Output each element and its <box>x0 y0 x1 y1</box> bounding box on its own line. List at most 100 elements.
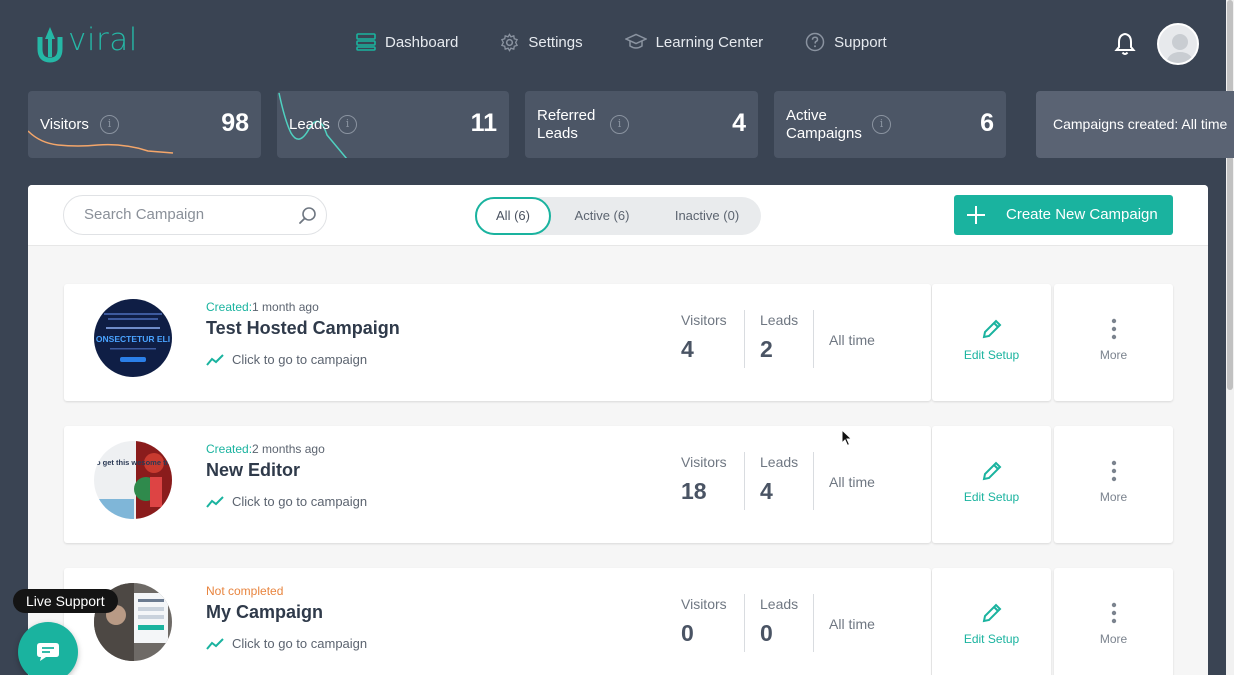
main-nav: Dashboard Settings Learning Center Suppo… <box>356 32 929 52</box>
go-to-campaign-link[interactable]: Click to go to campaign <box>206 494 367 509</box>
visitors-count: 4 <box>681 336 694 362</box>
campaign-thumbnail[interactable]: o get this wesome tmas Tree FREE? <box>94 441 172 519</box>
live-support-tag[interactable]: Live Support <box>13 589 118 613</box>
stat-active-campaigns: Active Campaigns i 6 <box>774 91 1006 158</box>
stat-referred-label: Referred Leads <box>537 107 596 142</box>
nav-settings[interactable]: Settings <box>500 32 583 52</box>
pencil-icon <box>982 461 1002 481</box>
more-button[interactable]: More <box>1054 426 1173 543</box>
campaign-card[interactable]: Not completed My Campaign Click to go to… <box>64 568 931 675</box>
go-to-campaign-link[interactable]: Click to go to campaign <box>206 352 367 367</box>
plus-icon <box>967 206 985 224</box>
nav-settings-label: Settings <box>528 33 583 51</box>
trend-line-icon <box>206 353 224 366</box>
scrollbar-thumb[interactable] <box>1227 0 1233 390</box>
leads-label: Leads <box>760 596 799 612</box>
campaign-status: Created:2 months ago <box>206 442 325 456</box>
upviral-logo[interactable]: viral <box>36 22 138 64</box>
period-label: All time <box>829 332 875 348</box>
campaign-name[interactable]: My Campaign <box>206 602 323 623</box>
divider <box>744 310 745 368</box>
status-filter-group: All (6) Active (6) Inactive (0) <box>475 197 761 235</box>
user-avatar[interactable] <box>1157 23 1199 65</box>
trend-line-icon <box>206 495 224 508</box>
filter-all[interactable]: All (6) <box>475 197 551 235</box>
logo-arrow-icon <box>37 27 63 63</box>
notifications-bell-icon[interactable] <box>1114 32 1136 61</box>
stat-active-label: Active Campaigns <box>786 107 862 142</box>
go-to-campaign-label: Click to go to campaign <box>232 494 368 509</box>
thumbnail-text: o get this wesome tmas Tree FREE? <box>96 458 172 467</box>
vertical-dots-icon <box>1111 460 1117 482</box>
search-input[interactable] <box>84 206 284 223</box>
visitors-label: Visitors <box>681 312 727 328</box>
edit-setup-label: Edit Setup <box>963 632 1020 646</box>
go-to-campaign-link[interactable]: Click to go to campaign <box>206 636 367 651</box>
campaigns-panel: All (6) Active (6) Inactive (0) Create N… <box>28 185 1208 675</box>
nav-dashboard[interactable]: Dashboard <box>356 33 458 51</box>
nav-support[interactable]: Support <box>805 32 887 52</box>
leads-count: 2 <box>760 336 773 362</box>
campaign-card[interactable]: o get this wesome tmas Tree FREE? Create… <box>64 426 931 543</box>
leads-count: 4 <box>760 478 773 504</box>
campaign-status: Created:1 month ago <box>206 300 319 314</box>
visitors-label: Visitors <box>681 596 727 612</box>
gear-icon <box>501 32 519 52</box>
campaign-name[interactable]: Test Hosted Campaign <box>206 318 400 339</box>
mouse-cursor-icon <box>841 428 853 452</box>
stat-visitors: Visitors i 98 <box>28 91 261 158</box>
vertical-dots-icon <box>1111 318 1117 340</box>
period-selector[interactable]: Campaigns created: All time <box>1036 91 1234 158</box>
filter-active[interactable]: Active (6) <box>563 197 641 235</box>
leads-count: 0 <box>760 620 773 646</box>
visitors-count: 18 <box>681 478 707 504</box>
search-icon[interactable] <box>298 206 318 231</box>
info-icon[interactable]: i <box>338 115 357 134</box>
nav-support-label: Support <box>834 33 887 51</box>
divider <box>813 310 814 368</box>
more-label: More <box>1099 490 1128 504</box>
divider <box>744 594 745 652</box>
nav-dashboard-label: Dashboard <box>385 33 459 51</box>
logo-text: viral <box>68 22 138 58</box>
filter-inactive[interactable]: Inactive (0) <box>661 197 753 235</box>
stat-visitors-label: Visitors <box>40 116 89 133</box>
edit-setup-button[interactable]: Edit Setup <box>932 426 1051 543</box>
stat-active-value: 6 <box>980 109 994 137</box>
dashboard-icon <box>356 33 376 51</box>
campaign-status: Not completed <box>206 584 284 598</box>
info-icon[interactable]: i <box>872 115 891 134</box>
more-label: More <box>1099 348 1128 362</box>
divider <box>744 452 745 510</box>
period-label: All time <box>829 474 875 490</box>
campaign-row: Not completed My Campaign Click to go to… <box>64 568 1173 675</box>
info-icon[interactable]: i <box>100 115 119 134</box>
thumbnail-text: ONSECTETUR ELI <box>96 334 170 344</box>
edit-setup-button[interactable]: Edit Setup <box>932 284 1051 401</box>
edit-setup-button[interactable]: Edit Setup <box>932 568 1051 675</box>
create-new-campaign-button[interactable]: Create New Campaign <box>954 195 1173 235</box>
campaign-name[interactable]: New Editor <box>206 460 300 481</box>
stat-visitors-value: 98 <box>221 109 249 137</box>
chat-bubble-icon <box>37 643 59 661</box>
campaign-row: o get this wesome tmas Tree FREE? Create… <box>64 426 1173 543</box>
question-icon <box>805 32 825 52</box>
campaign-thumbnail[interactable]: ONSECTETUR ELI <box>94 299 172 377</box>
chat-launcher-button[interactable] <box>18 622 78 675</box>
campaign-row: ONSECTETUR ELI Created:1 month ago Test … <box>64 284 1173 401</box>
stat-leads: Leads i 11 <box>277 91 509 158</box>
stat-leads-value: 11 <box>470 109 497 137</box>
edit-setup-label: Edit Setup <box>963 348 1020 362</box>
more-button[interactable]: More <box>1054 568 1173 675</box>
campaign-card[interactable]: ONSECTETUR ELI Created:1 month ago Test … <box>64 284 931 401</box>
visitors-count: 0 <box>681 620 694 646</box>
visitors-label: Visitors <box>681 454 727 470</box>
more-button[interactable]: More <box>1054 284 1173 401</box>
leads-label: Leads <box>760 454 799 470</box>
leads-label: Leads <box>760 312 799 328</box>
trend-line-icon <box>206 637 224 650</box>
user-silhouette-icon <box>1165 34 1195 63</box>
info-icon[interactable]: i <box>610 115 629 134</box>
nav-learning-center[interactable]: Learning Center <box>624 33 763 51</box>
stat-leads-label: Leads <box>289 116 330 133</box>
